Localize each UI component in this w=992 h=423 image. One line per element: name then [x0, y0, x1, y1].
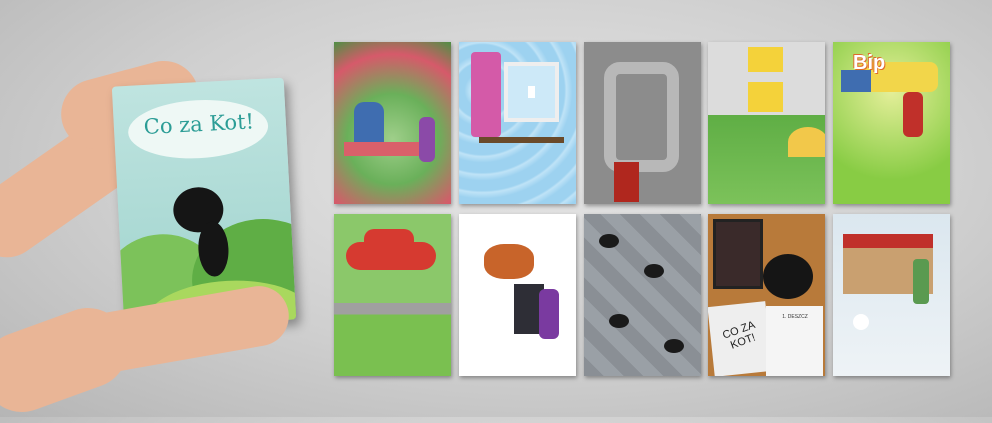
- illustration-car-bip: Bip: [833, 42, 950, 204]
- page-chapter: 1. DESZCZ: [782, 314, 808, 320]
- illustration-building-garden: [708, 42, 825, 204]
- illustration-map-road: [584, 42, 701, 204]
- illustration-window: [459, 42, 576, 204]
- illustration-book-pages: CO ZA KOT! 1. DESZCZ: [708, 214, 825, 376]
- illustration-garden-bench: [334, 42, 451, 204]
- bip-text: Bip: [853, 52, 886, 74]
- illustration-winter: [833, 214, 950, 376]
- illustration-cats-pattern: [584, 214, 701, 376]
- illustration-wolf-costume: [459, 214, 576, 376]
- illustration-red-car: [334, 214, 451, 376]
